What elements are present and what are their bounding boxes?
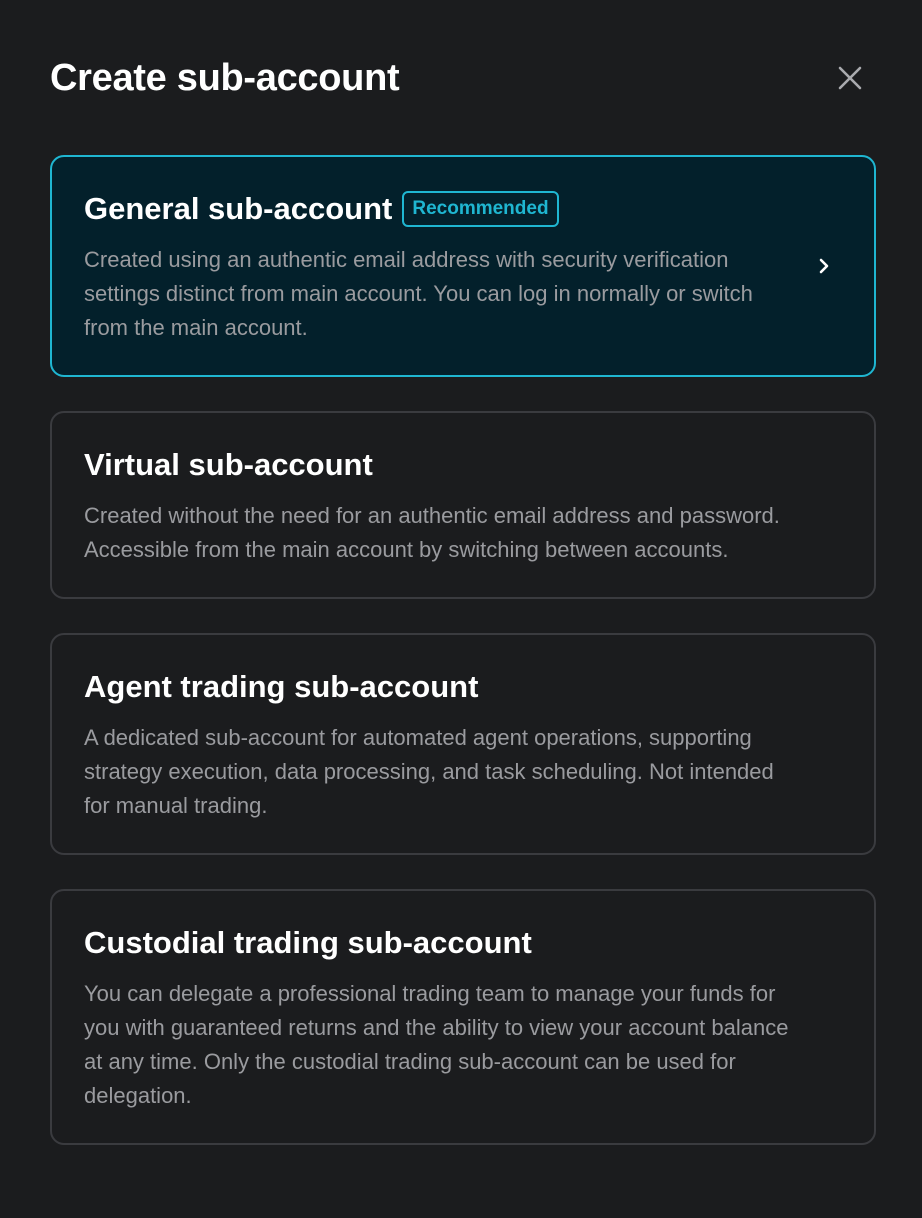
option-title-row: Custodial trading sub-account [84, 923, 790, 963]
recommended-badge: Recommended [402, 191, 559, 227]
option-title-row: Virtual sub-account [84, 445, 790, 485]
close-button[interactable] [836, 64, 864, 92]
option-custodial-trading-sub-account[interactable]: Custodial trading sub-account You can de… [50, 889, 876, 1145]
chevron-right-icon [819, 258, 829, 274]
modal-header: Create sub-account [50, 52, 872, 104]
option-description: Created without the need for an authenti… [84, 503, 780, 562]
option-title-row: General sub-account Recommended [84, 189, 790, 229]
sub-account-options: General sub-account Recommended Created … [50, 155, 876, 1179]
option-title: Virtual sub-account [84, 447, 373, 482]
option-title-row: Agent trading sub-account [84, 667, 790, 707]
close-icon [838, 66, 862, 90]
option-agent-trading-sub-account[interactable]: Agent trading sub-account A dedicated su… [50, 633, 876, 855]
option-title: Custodial trading sub-account [84, 925, 532, 960]
option-general-sub-account[interactable]: General sub-account Recommended Created … [50, 155, 876, 377]
option-description: A dedicated sub-account for automated ag… [84, 725, 774, 818]
option-virtual-sub-account[interactable]: Virtual sub-account Created without the … [50, 411, 876, 599]
option-title: Agent trading sub-account [84, 669, 479, 704]
option-description: Created using an authentic email address… [84, 247, 753, 340]
option-description: You can delegate a professional trading … [84, 981, 789, 1108]
modal-title: Create sub-account [50, 57, 400, 99]
option-title: General sub-account [84, 191, 393, 226]
